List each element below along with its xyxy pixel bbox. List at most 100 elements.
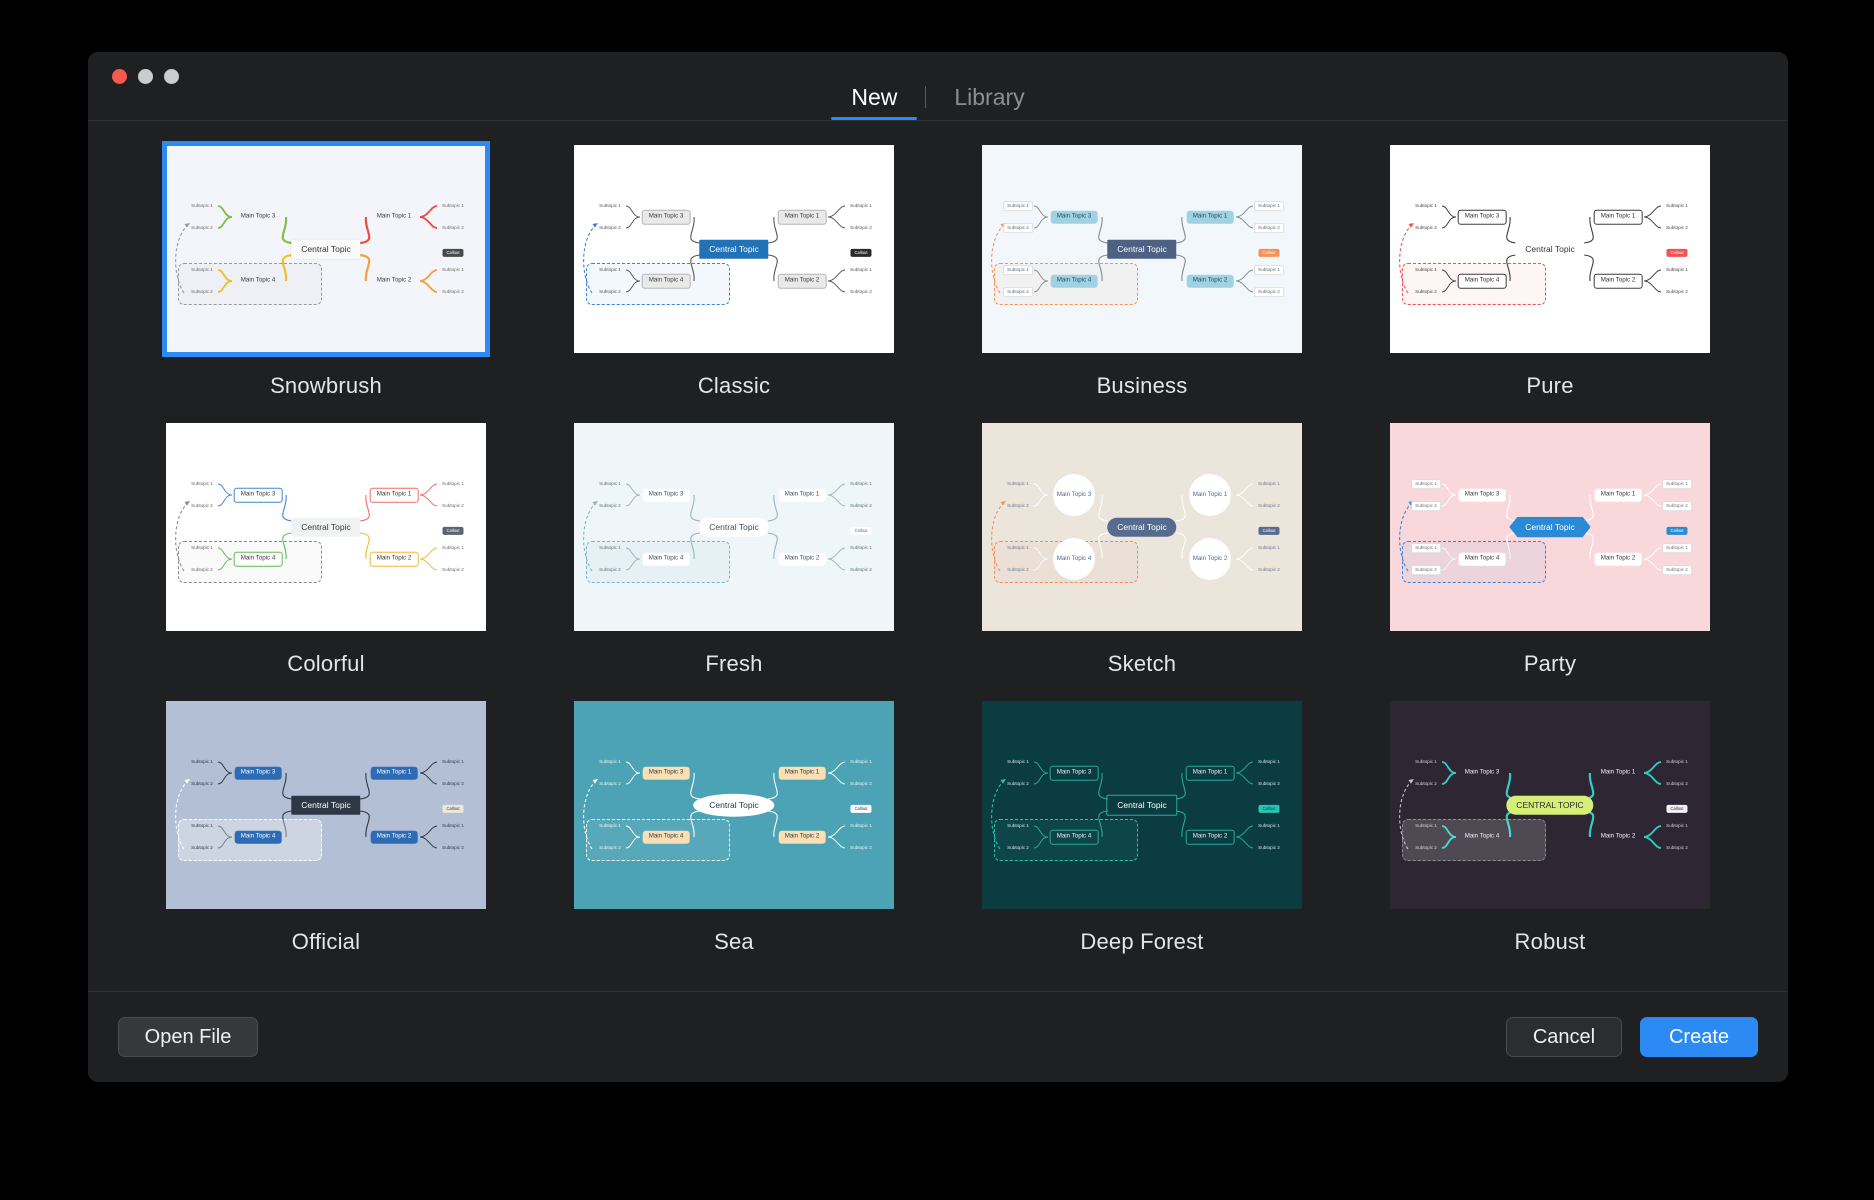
template-thumbnail[interactable]: Central Topic Main Topic 1 Main Topic 2 Mai… xyxy=(1390,423,1710,631)
node-central-topic: Central Topic xyxy=(291,795,361,815)
node-main-topic: Main Topic 4 xyxy=(1053,538,1095,580)
template-thumbnail[interactable]: Central Topic Main Topic 1 Main Topic 2 Mai… xyxy=(574,145,894,353)
node-subtopic: Subtopic 2 xyxy=(1666,224,1688,230)
template-card-colorful[interactable]: Central Topic Main Topic 1 Main Topic 2 Mai… xyxy=(144,423,508,701)
node-subtopic: Subtopic 1 xyxy=(442,758,464,764)
maximize-window-icon[interactable] xyxy=(164,69,179,84)
node-subtopic: Subtopic 1 xyxy=(1258,480,1280,486)
node-subtopic: Subtopic 2 xyxy=(1415,224,1437,230)
template-thumbnail[interactable]: Central Topic Main Topic 1 Main Topic 2 Mai… xyxy=(982,145,1302,353)
node-main-topic: Main Topic 3 xyxy=(233,487,283,503)
template-thumbnail[interactable]: Central Topic Main Topic 1 Main Topic 2 Mai… xyxy=(982,701,1302,909)
node-subtopic: Subtopic 1 xyxy=(599,266,621,272)
node-subtopic: Subtopic 2 xyxy=(191,288,213,294)
template-thumbnail-wrap[interactable]: Central Topic Main Topic 1 Main Topic 2 Mai… xyxy=(982,701,1302,909)
template-thumbnail[interactable]: Central Topic Main Topic 1 Main Topic 2 Mai… xyxy=(574,423,894,631)
template-card-deep-forest[interactable]: Central Topic Main Topic 1 Main Topic 2 Mai… xyxy=(960,701,1324,979)
node-main-topic: Main Topic 4 xyxy=(233,551,283,567)
template-thumbnail-wrap[interactable]: Central Topic Main Topic 1 Main Topic 2 Mai… xyxy=(166,423,486,631)
template-thumbnail-wrap[interactable]: Central Topic Main Topic 1 Main Topic 2 Mai… xyxy=(162,141,490,357)
node-subtopic: Subtopic 2 xyxy=(191,780,213,786)
template-card-business[interactable]: Central Topic Main Topic 1 Main Topic 2 Mai… xyxy=(960,145,1324,423)
node-subtopic: Subtopic 2 xyxy=(1411,565,1441,575)
node-subtopic: Subtopic 2 xyxy=(850,288,872,294)
node-callout: Callout xyxy=(442,248,464,258)
node-main-topic: Main Topic 4 xyxy=(234,830,282,844)
node-callout: Callout xyxy=(1666,526,1688,536)
template-card-pure[interactable]: Central Topic Main Topic 1 Main Topic 2 Mai… xyxy=(1368,145,1732,423)
template-name: Classic xyxy=(697,373,771,398)
template-thumbnail-wrap[interactable]: Central Topic Main Topic 1 Main Topic 2 Mai… xyxy=(166,701,486,909)
template-thumbnail[interactable]: Central Topic Main Topic 1 Main Topic 2 Mai… xyxy=(162,141,490,357)
create-button[interactable]: Create xyxy=(1640,1017,1758,1057)
template-name: Pure xyxy=(1526,373,1574,398)
node-main-topic: Main Topic 1 xyxy=(778,488,826,502)
template-card-sea[interactable]: Central Topic Main Topic 1 Main Topic 2 Mai… xyxy=(552,701,916,979)
template-card-snowbrush[interactable]: Central Topic Main Topic 1 Main Topic 2 Mai… xyxy=(144,141,508,423)
template-thumbnail[interactable]: Central Topic Main Topic 1 Main Topic 2 Mai… xyxy=(982,423,1302,631)
tab-library[interactable]: Library xyxy=(926,84,1052,120)
open-file-button[interactable]: Open File xyxy=(118,1017,258,1057)
node-main-topic: Main Topic 1 xyxy=(369,487,419,503)
node-subtopic: Subtopic 1 xyxy=(599,822,621,828)
template-thumbnail-wrap[interactable]: Central Topic Main Topic 1 Main Topic 2 Mai… xyxy=(574,701,894,909)
node-subtopic: Subtopic 1 xyxy=(599,758,621,764)
template-thumbnail-wrap[interactable]: CENTRAL TOPIC Main Topic 1 Main Topic 2 Mai… xyxy=(1390,701,1710,909)
template-thumbnail-wrap[interactable]: Central Topic Main Topic 1 Main Topic 2 Mai… xyxy=(574,423,894,631)
template-thumbnail[interactable]: Central Topic Main Topic 1 Main Topic 2 Mai… xyxy=(166,701,486,909)
node-main-topic: Main Topic 2 xyxy=(778,552,826,566)
node-central-topic: Central Topic xyxy=(699,239,769,259)
template-thumbnail-wrap[interactable]: Central Topic Main Topic 1 Main Topic 2 Mai… xyxy=(1390,423,1710,631)
node-subtopic: Subtopic 1 xyxy=(1007,480,1029,486)
node-main-topic: Main Topic 4 xyxy=(642,830,690,844)
node-subtopic: Subtopic 2 xyxy=(1258,844,1280,850)
node-subtopic: Subtopic 1 xyxy=(1666,758,1688,764)
tab-bar: New Library xyxy=(88,84,1788,121)
template-thumbnail[interactable]: CENTRAL TOPIC Main Topic 1 Main Topic 2 Mai… xyxy=(1390,701,1710,909)
node-main-topic: Main Topic 4 xyxy=(1457,273,1507,289)
template-card-party[interactable]: Central Topic Main Topic 1 Main Topic 2 Mai… xyxy=(1368,423,1732,701)
template-card-fresh[interactable]: Central Topic Main Topic 1 Main Topic 2 Mai… xyxy=(552,423,916,701)
node-subtopic: Subtopic 1 xyxy=(1003,265,1033,275)
mindmap-preview: Central Topic Main Topic 1 Main Topic 2 Mai… xyxy=(574,701,894,909)
template-card-robust[interactable]: CENTRAL TOPIC Main Topic 1 Main Topic 2 Mai… xyxy=(1368,701,1732,979)
node-subtopic: Subtopic 1 xyxy=(442,266,464,272)
node-main-topic: Main Topic 1 xyxy=(1189,474,1231,516)
node-subtopic: Subtopic 1 xyxy=(599,480,621,486)
node-central-topic: Central Topic xyxy=(291,239,361,259)
template-card-classic[interactable]: Central Topic Main Topic 1 Main Topic 2 Mai… xyxy=(552,145,916,423)
template-thumbnail-wrap[interactable]: Central Topic Main Topic 1 Main Topic 2 Mai… xyxy=(982,145,1302,353)
template-name: Business xyxy=(1096,373,1188,398)
node-subtopic: Subtopic 2 xyxy=(1662,565,1692,575)
tab-new[interactable]: New xyxy=(823,84,925,121)
template-thumbnail[interactable]: Central Topic Main Topic 1 Main Topic 2 Mai… xyxy=(574,701,894,909)
node-callout: Callout xyxy=(442,526,464,536)
template-thumbnail[interactable]: Central Topic Main Topic 1 Main Topic 2 Mai… xyxy=(1390,145,1710,353)
mindmap-preview: Central Topic Main Topic 1 Main Topic 2 Mai… xyxy=(166,701,486,909)
node-subtopic: Subtopic 1 xyxy=(1007,544,1029,550)
mindmap-preview: Central Topic Main Topic 1 Main Topic 2 Mai… xyxy=(982,423,1302,631)
template-card-sketch[interactable]: Central Topic Main Topic 1 Main Topic 2 Mai… xyxy=(960,423,1324,701)
node-subtopic: Subtopic 2 xyxy=(850,566,872,572)
title-bar: New Library xyxy=(88,52,1788,121)
node-subtopic: Subtopic 2 xyxy=(1666,288,1688,294)
cancel-button[interactable]: Cancel xyxy=(1506,1017,1622,1057)
template-thumbnail-wrap[interactable]: Central Topic Main Topic 1 Main Topic 2 Mai… xyxy=(574,145,894,353)
node-subtopic: Subtopic 1 xyxy=(1415,758,1437,764)
template-thumbnail-wrap[interactable]: Central Topic Main Topic 1 Main Topic 2 Mai… xyxy=(1390,145,1710,353)
template-thumbnail-wrap[interactable]: Central Topic Main Topic 1 Main Topic 2 Mai… xyxy=(982,423,1302,631)
node-main-topic: Main Topic 2 xyxy=(778,830,826,844)
node-subtopic: Subtopic 1 xyxy=(1415,202,1437,208)
node-main-topic: Main Topic 1 xyxy=(1185,765,1235,781)
node-callout: Callout xyxy=(850,804,872,814)
close-window-icon[interactable] xyxy=(112,69,127,84)
template-thumbnail[interactable]: Central Topic Main Topic 1 Main Topic 2 Mai… xyxy=(166,423,486,631)
node-main-topic: Main Topic 1 xyxy=(1594,488,1642,502)
node-central-topic: Central Topic xyxy=(291,517,361,537)
node-callout: Callout xyxy=(1666,248,1688,258)
template-card-official[interactable]: Central Topic Main Topic 1 Main Topic 2 Mai… xyxy=(144,701,508,979)
node-central-topic: Central Topic xyxy=(1515,239,1585,259)
minimize-window-icon[interactable] xyxy=(138,69,153,84)
node-main-topic: Main Topic 2 xyxy=(1594,552,1642,566)
node-subtopic: Subtopic 1 xyxy=(850,822,872,828)
